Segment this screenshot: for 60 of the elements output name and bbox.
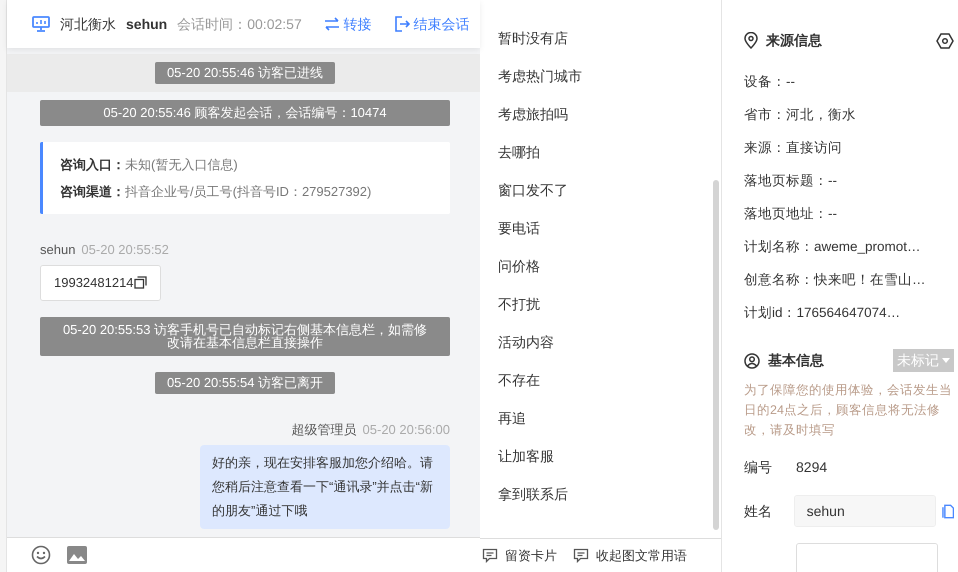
footer-button[interactable]: 收起图文常用语 bbox=[573, 546, 687, 566]
message-icon bbox=[573, 548, 589, 563]
copy-icon[interactable] bbox=[134, 276, 147, 290]
section-title: 来源信息 bbox=[766, 31, 822, 50]
source-field: 创意名称：快来吧！在雪山… bbox=[744, 263, 954, 296]
phrase-item[interactable]: 拿到联系后 bbox=[480, 484, 721, 522]
swap-arrows-icon bbox=[324, 17, 340, 31]
phrase-item[interactable]: 不存在 bbox=[480, 370, 721, 408]
location-text: 河北衡水 bbox=[60, 14, 116, 34]
source-field: 计划名称：aweme_promot… bbox=[744, 230, 954, 263]
image-icon[interactable] bbox=[67, 546, 87, 564]
sender-name: sehun bbox=[40, 242, 76, 257]
system-notice: 05-20 20:55:53 访客手机号已自动标记右侧基本信息栏，如需修改请在基本信息栏直接操作 bbox=[40, 316, 450, 356]
location-pin-icon bbox=[744, 32, 758, 49]
phrase-item[interactable]: 窗口发不了 bbox=[480, 180, 721, 218]
source-field: 落地页地址：-- bbox=[744, 197, 954, 230]
info-line: 咨询渠道：抖音企业号/员工号(抖音号ID：279527392) bbox=[60, 182, 372, 201]
info-line: 咨询入口：未知(暂无入口信息) bbox=[60, 156, 239, 174]
message-time: 05-20 20:55:52 bbox=[81, 242, 169, 257]
visitor-name: sehun bbox=[126, 14, 168, 34]
session-timer: 会话时间：00:02:57 bbox=[177, 14, 302, 34]
caret-icon bbox=[942, 358, 950, 363]
system-notice: 05-20 20:55:46 访客已进线 bbox=[154, 62, 336, 84]
end-session-button[interactable]: 结束会话 bbox=[394, 14, 470, 34]
monitor-icon bbox=[32, 16, 50, 32]
system-notice: 05-20 20:55:46 顾客发起会话，会话编号：10474 bbox=[40, 100, 450, 126]
phrase-item[interactable]: 再追 bbox=[480, 408, 721, 446]
phrase-item[interactable]: 考虑热门城市 bbox=[480, 66, 721, 104]
message-bubble: 好的亲，现在安排客服加您介绍哈。请您稍后注意查看一下“通讯录”并点击“新的朋友”通过下哦 bbox=[200, 445, 450, 529]
phrase-item[interactable]: 问价格 bbox=[480, 256, 721, 294]
phrase-item[interactable]: 不打扰 bbox=[480, 294, 721, 332]
transfer-button[interactable]: 转接 bbox=[324, 14, 372, 34]
emoji-icon[interactable] bbox=[31, 545, 51, 565]
phrase-item[interactable]: 让加客服 bbox=[480, 446, 721, 484]
phrase-item[interactable]: 暂时没有店 bbox=[480, 28, 721, 66]
phrase-item[interactable]: 去哪拍 bbox=[480, 142, 721, 180]
sender-name: 超级管理员 bbox=[292, 422, 357, 436]
phrase-item[interactable]: 活动内容 bbox=[480, 332, 721, 370]
name-field[interactable]: sehun bbox=[794, 495, 936, 527]
user-icon bbox=[744, 352, 760, 368]
field-label: 编号 bbox=[744, 458, 773, 476]
field-value: 8294 bbox=[796, 458, 828, 476]
phrase-item[interactable]: 要电话 bbox=[480, 218, 721, 256]
input-field[interactable] bbox=[796, 543, 938, 572]
system-notice: 05-20 20:55:54 访客已离开 bbox=[154, 372, 336, 394]
phone-number: 19932481214 bbox=[54, 274, 134, 292]
source-field: 设备：-- bbox=[744, 65, 954, 98]
hexagon-icon[interactable] bbox=[936, 32, 954, 48]
footer-button[interactable]: 留资卡片 bbox=[482, 546, 557, 566]
notice-text: 为了保障您的使用体验，会话发生当日的24点之后，顾客信息将无法修改，请及时填写 bbox=[744, 382, 953, 439]
source-field: 来源：直接访问 bbox=[744, 131, 954, 164]
message-time: 05-20 20:56:00 bbox=[362, 422, 450, 436]
section-title: 基本信息 bbox=[768, 351, 824, 370]
message-icon bbox=[482, 548, 498, 563]
source-field: 计划id：176564647074… bbox=[744, 296, 954, 329]
source-field: 省市：河北，衡水 bbox=[744, 98, 954, 131]
source-field: 落地页标题：-- bbox=[744, 164, 954, 197]
exit-icon bbox=[394, 16, 410, 32]
phrase-item[interactable]: 考虑旅拍吗 bbox=[480, 104, 721, 142]
field-label: 姓名 bbox=[744, 502, 773, 520]
